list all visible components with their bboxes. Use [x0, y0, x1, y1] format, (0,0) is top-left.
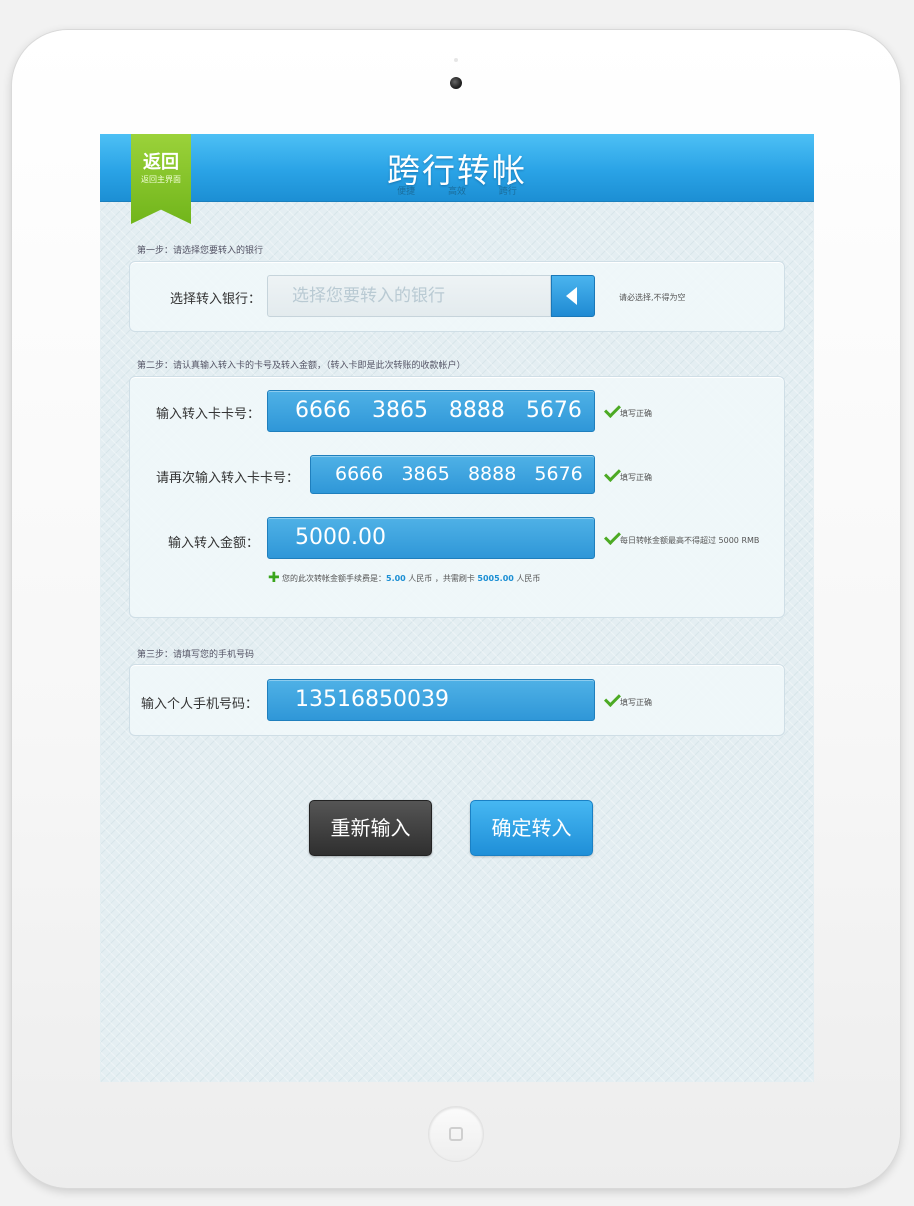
step1-panel: 选择转入银行： 选择您要转入的银行 请必选择,不得为空 — [129, 261, 785, 332]
back-button[interactable]: 返回 返回主界面 — [131, 134, 191, 224]
fee-amount: 5.00 — [386, 574, 406, 583]
card-number-hint: 填写正确 — [620, 409, 652, 418]
reset-button[interactable]: 重新输入 — [309, 800, 432, 856]
step1-label: 第一步：请选择您要转入的银行 — [137, 246, 264, 256]
back-button-label: 返回 — [143, 152, 179, 173]
card-confirm-input[interactable]: 6666 3865 8888 5676 — [310, 455, 595, 494]
fee-info: 您的此次转帐金额手续费是：5.00 人民币 ，共需刷卡 5005.00 人民币 — [282, 573, 540, 584]
fee-text: 人民币 — [513, 574, 541, 583]
card-confirm-label: 请再次输入转入卡卡号： — [156, 471, 300, 486]
home-button[interactable] — [429, 1107, 483, 1161]
screen: 跨行转帐 便捷 高效 跨行 返回 返回主界面 第一步：请选择您要转入的银行 选择… — [100, 134, 814, 1082]
step3-label: 第三步：请填写您的手机号码 — [137, 650, 255, 660]
step2-label: 第二步：请认真输入转入卡的卡号及转入金额，（转入卡即是此次转账的收款帐户） — [137, 361, 466, 371]
confirm-transfer-button[interactable]: 确定转入 — [470, 800, 593, 856]
card-confirm-hint: 填写正确 — [620, 473, 652, 482]
bank-select[interactable]: 选择您要转入的银行 — [267, 275, 551, 317]
check-icon — [604, 401, 621, 418]
step3-panel: 输入个人手机号码： 13516850039 填写正确 — [129, 664, 785, 736]
back-button-sublabel: 返回主界面 — [141, 175, 181, 184]
card-number-label: 输入转入卡卡号： — [156, 407, 261, 422]
phone-label: 输入个人手机号码： — [141, 697, 259, 712]
plus-icon: ✚ — [268, 570, 280, 586]
page-subtitle: 便捷 高效 跨行 — [397, 187, 517, 197]
bank-field-label: 选择转入银行： — [170, 292, 262, 307]
sensor-dot — [454, 58, 458, 62]
amount-hint: 每日转帐金额最高不得超过 5000 RMB — [620, 536, 760, 545]
step2-panel: 输入转入卡卡号： 6666 3865 8888 5676 填写正确 请再次输入转… — [129, 376, 785, 618]
amount-label: 输入转入金额： — [168, 536, 260, 551]
fee-text: 您的此次转帐金额手续费是： — [282, 574, 386, 583]
arrow-left-icon — [566, 287, 577, 305]
check-icon — [604, 690, 621, 707]
camera-icon — [450, 77, 462, 89]
check-icon — [604, 465, 621, 482]
phone-hint: 填写正确 — [620, 698, 652, 707]
phone-input[interactable]: 13516850039 — [267, 679, 595, 721]
bank-select-button[interactable] — [551, 275, 595, 317]
bank-hint: 请必选择,不得为空 — [619, 293, 686, 302]
card-number-input[interactable]: 6666 3865 8888 5676 — [267, 390, 595, 432]
home-square-icon — [449, 1127, 463, 1141]
total-amount: 5005.00 — [477, 574, 514, 583]
fee-text: 人民币 ，共需刷卡 — [405, 574, 478, 583]
header-bar: 跨行转帐 便捷 高效 跨行 — [100, 134, 814, 202]
check-icon — [604, 528, 621, 545]
amount-input[interactable]: 5000.00 — [267, 517, 595, 559]
